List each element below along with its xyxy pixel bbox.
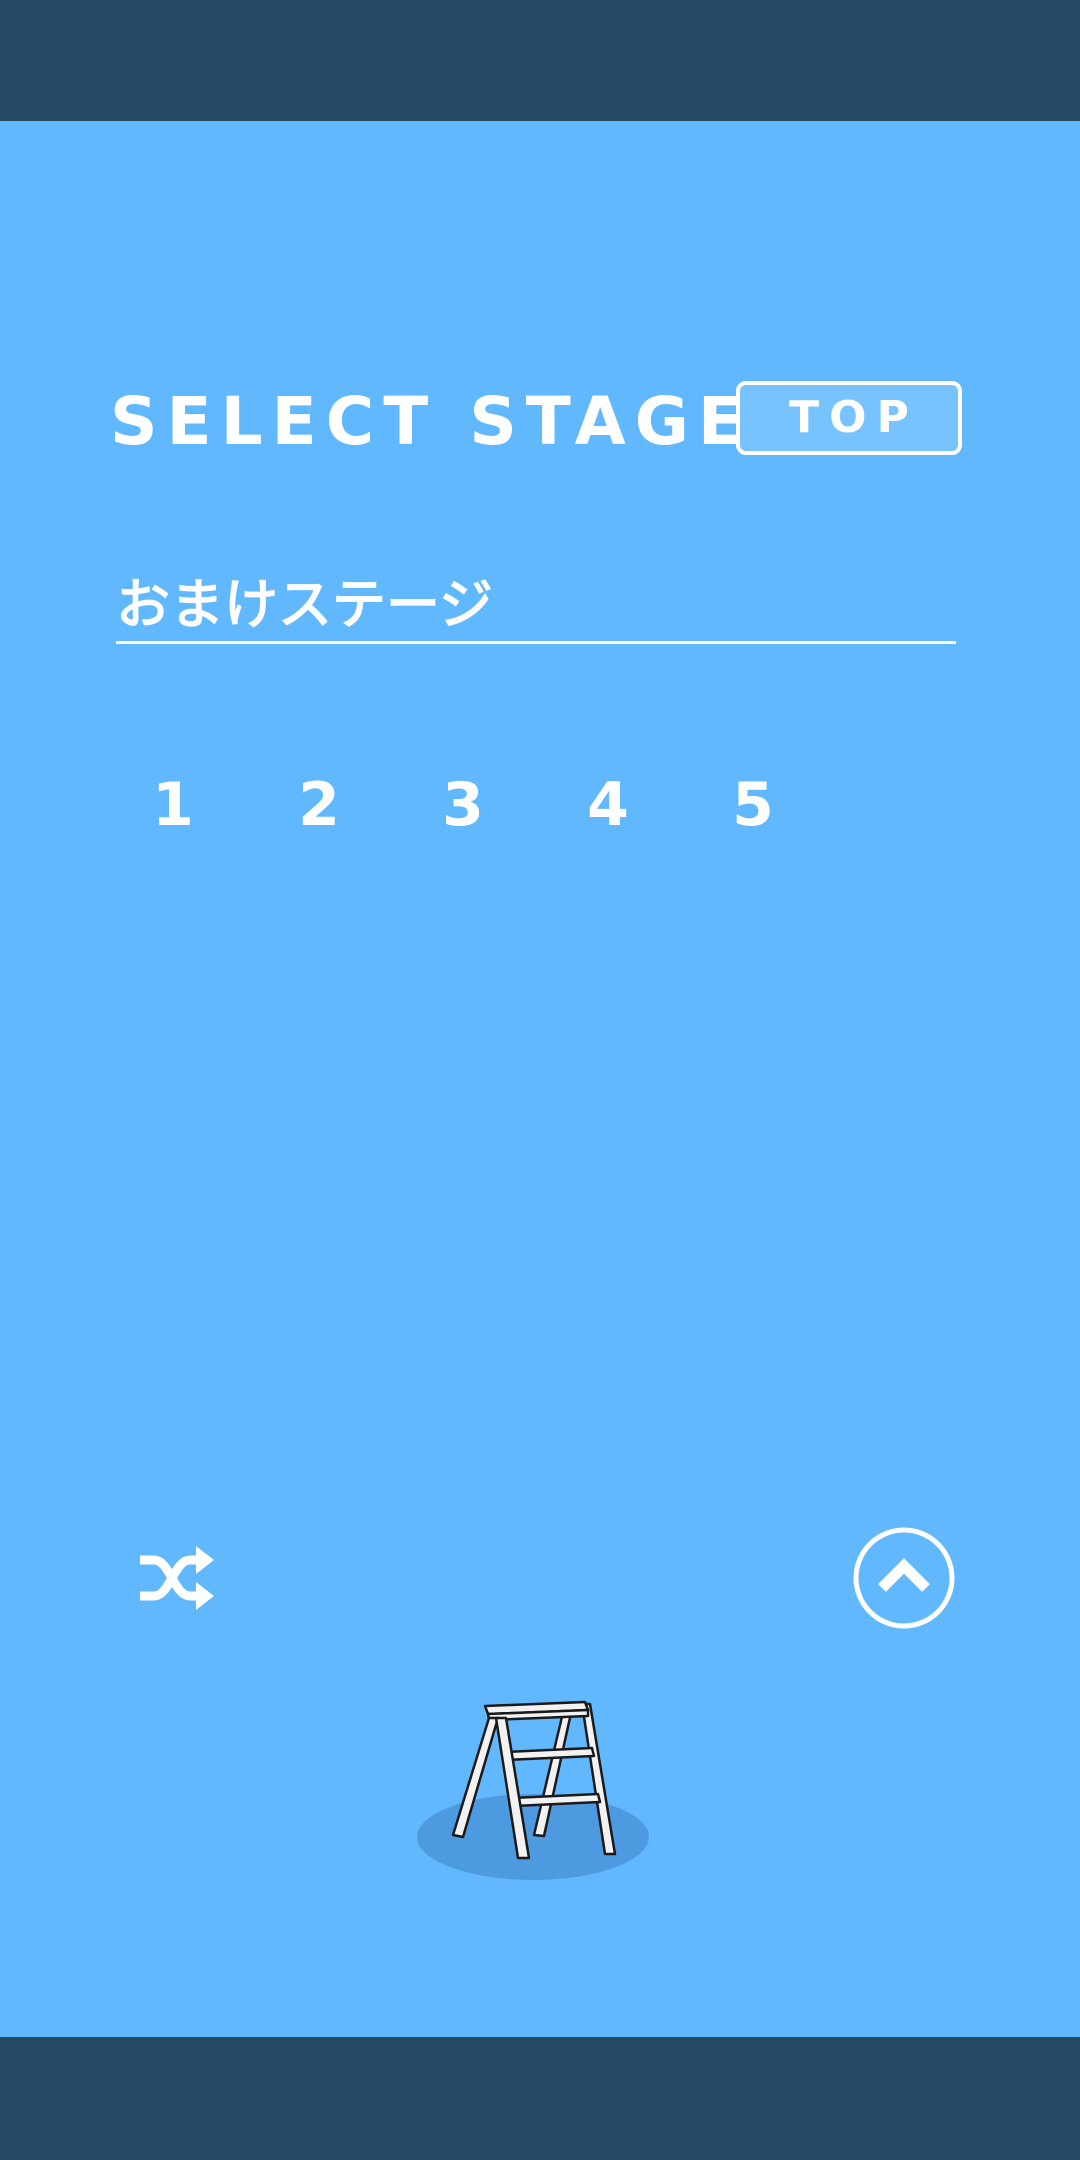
top-button[interactable]: TOP	[736, 381, 962, 455]
shuffle-button[interactable]	[136, 1544, 216, 1612]
top-bar	[0, 0, 1080, 121]
stage-button-2[interactable]: 2	[274, 770, 364, 840]
section-underline	[116, 641, 956, 644]
stepladder-icon	[417, 1700, 649, 1880]
stage-button-5[interactable]: 5	[708, 770, 798, 840]
stage-button-3[interactable]: 3	[418, 770, 508, 840]
page-title: SELECT STAGE	[110, 383, 752, 460]
shuffle-icon	[140, 1546, 214, 1610]
chevron-up-icon	[853, 1527, 955, 1629]
stage-button-1[interactable]: 1	[128, 770, 218, 840]
section-heading: おまけステージ	[116, 573, 493, 636]
stage-list: 1 2 3 4 5	[0, 770, 1080, 840]
scroll-up-button[interactable]	[852, 1526, 956, 1630]
stepladder-illustration	[412, 1694, 662, 1884]
stage-button-4[interactable]: 4	[563, 770, 653, 840]
bottom-bar	[0, 2037, 1080, 2160]
